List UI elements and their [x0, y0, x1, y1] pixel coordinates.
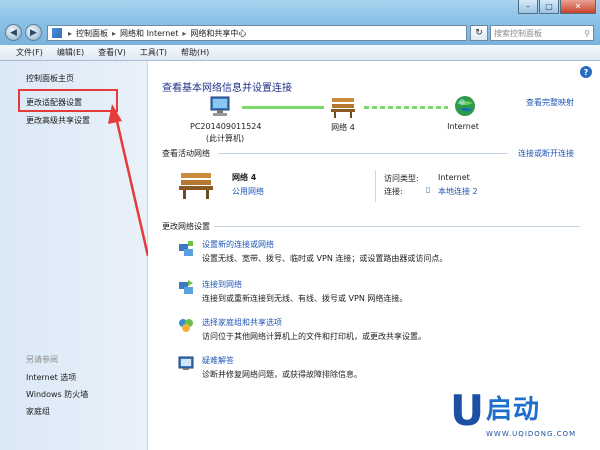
section-divider [218, 153, 508, 154]
setup-connection-desc: 设置无线、宽带、拨号、临时或 VPN 连接；或设置路由器或访问点。 [202, 254, 448, 263]
computer-icon [210, 96, 230, 116]
internet-node-label: Internet [447, 122, 479, 131]
connect-network-icon [179, 280, 193, 294]
internet-globe-icon [455, 96, 475, 116]
homegroup-icon [179, 319, 193, 332]
change-settings-header: 更改网络设置 [162, 222, 210, 231]
watermark-letter: U [450, 386, 485, 435]
help-icon[interactable]: ? [580, 66, 592, 78]
setup-connection-link[interactable]: 设置新的连接或网络 [202, 239, 274, 250]
bench-icon [331, 98, 355, 118]
adapter-icon: ▯ [426, 185, 431, 194]
new-connection-icon [179, 241, 193, 256]
connection-label: 连接: [384, 187, 403, 196]
troubleshoot-desc: 诊断并修复网络问题，或获得故障排除信息。 [202, 370, 362, 379]
view-full-map-link[interactable]: 查看完整映射 [526, 97, 574, 108]
homegroup-sharing-desc: 访问位于其他网络计算机上的文件和打印机，或更改共享设置。 [202, 332, 426, 341]
connector-line [242, 106, 324, 109]
active-networks-header: 查看活动网络 [162, 149, 210, 158]
access-type-label: 访问类型: [384, 174, 419, 183]
network-node-label: 网络 4 [331, 123, 355, 132]
watermark-url: WWW.UQIDONG.COM [486, 430, 577, 438]
watermark-brand: 启动 [486, 395, 541, 425]
network-type-link[interactable]: 公用网络 [232, 186, 264, 197]
network-bench-icon [179, 173, 213, 199]
computer-name: PC201409011524 [190, 122, 262, 131]
access-type-value: Internet [438, 173, 470, 182]
troubleshoot-link[interactable]: 疑难解答 [202, 355, 234, 366]
active-network-name: 网络 4 [232, 173, 257, 182]
connector-line [364, 106, 448, 109]
page-title: 查看基本网络信息并设置连接 [162, 83, 292, 94]
watermark-logo: U 启动 WWW.UQIDONG.COM [450, 390, 590, 445]
section-divider [214, 226, 580, 227]
connect-to-network-link[interactable]: 连接到网络 [202, 279, 242, 290]
vertical-divider [375, 170, 376, 202]
connect-disconnect-link[interactable]: 连接或断开连接 [518, 148, 574, 159]
homegroup-sharing-link[interactable]: 选择家庭组和共享选项 [202, 317, 282, 328]
local-connection-link[interactable]: 本地连接 2 [438, 186, 478, 197]
computer-subtitle: (此计算机) [205, 134, 245, 143]
connect-to-network-desc: 连接到或重新连接到无线、有线、拨号或 VPN 网络连接。 [202, 294, 408, 303]
troubleshoot-icon [178, 356, 194, 370]
